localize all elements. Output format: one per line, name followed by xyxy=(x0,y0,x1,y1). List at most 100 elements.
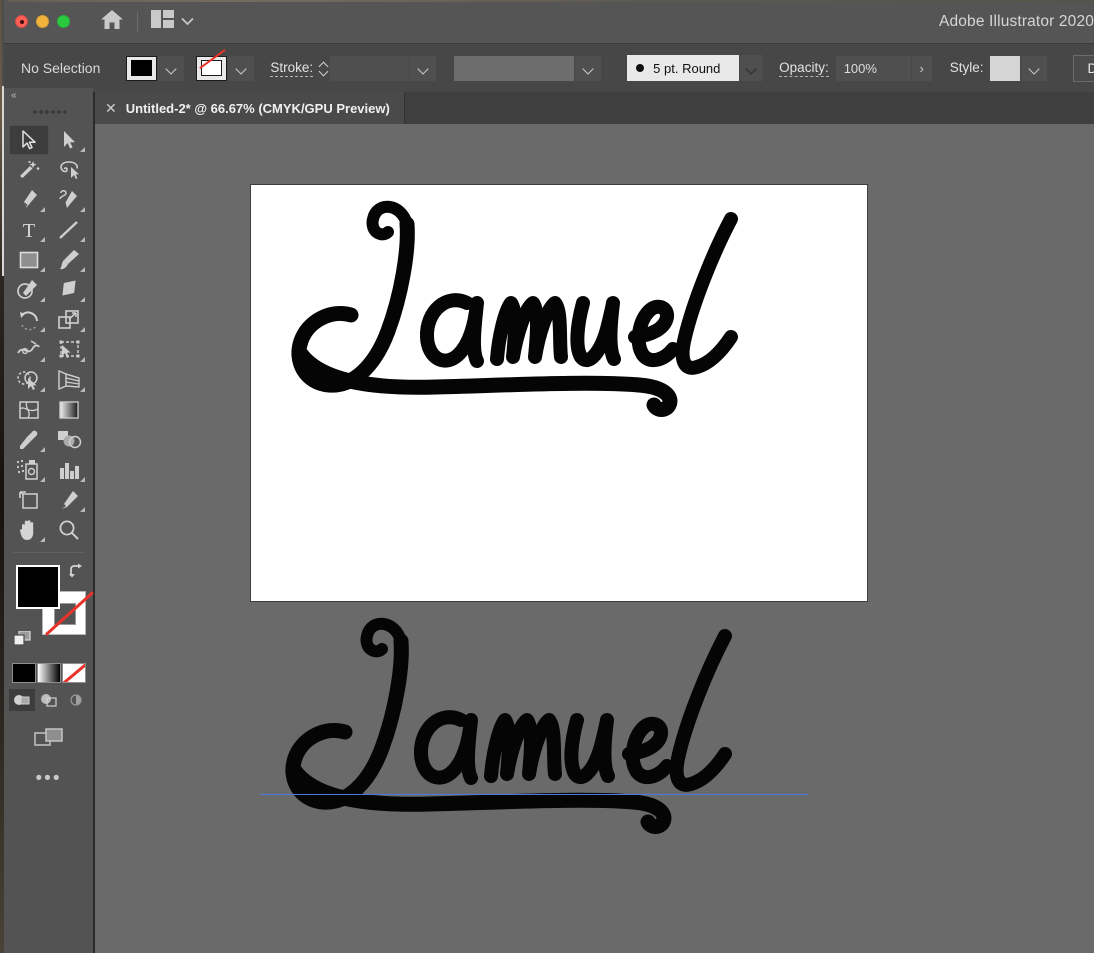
brush-definition-control[interactable]: 5 pt. Round xyxy=(627,55,764,81)
maximize-window-button[interactable] xyxy=(57,15,70,28)
perspective-grid-tool[interactable] xyxy=(49,365,89,395)
stroke-weight-input[interactable] xyxy=(330,55,410,81)
symbol-sprayer-tool[interactable] xyxy=(9,455,49,485)
opacity-input[interactable]: 100% xyxy=(835,55,911,81)
graphic-style-dropdown[interactable] xyxy=(1021,55,1048,81)
stroke-weight-dropdown[interactable] xyxy=(410,55,437,81)
width-profile-control[interactable] xyxy=(454,55,602,81)
free-transform-tool[interactable] xyxy=(49,335,89,365)
stroke-color-control[interactable] xyxy=(196,55,255,81)
home-button[interactable] xyxy=(100,9,124,35)
control-bar: No Selection Stroke: 5 pt. Round Opacity… xyxy=(4,43,1094,92)
brush-definition-label: 5 pt. Round xyxy=(653,60,721,76)
mesh-tool[interactable] xyxy=(9,395,49,425)
chevron-down-icon xyxy=(320,70,328,75)
shape-builder-tool[interactable] xyxy=(9,365,49,395)
fill-color-dropdown[interactable] xyxy=(158,55,185,81)
change-screen-mode-icon[interactable] xyxy=(4,727,93,749)
width-profile-dropdown[interactable] xyxy=(575,55,602,81)
tools-panel-grip[interactable] xyxy=(4,104,93,120)
blend-tool[interactable] xyxy=(49,425,89,455)
magic-wand-tool[interactable] xyxy=(9,155,49,185)
eraser-tool[interactable] xyxy=(49,275,89,305)
brush-definition-preview[interactable]: 5 pt. Round xyxy=(627,55,740,81)
title-bar: Adobe Illustrator 2020 xyxy=(4,0,1094,43)
stroke-weight-label[interactable]: Stroke: xyxy=(270,60,314,77)
drawing-mode-row xyxy=(4,689,93,711)
rotate-tool[interactable] xyxy=(9,305,49,335)
tool-flyout-indicator xyxy=(39,447,45,452)
column-graph-tool[interactable] xyxy=(49,455,89,485)
draw-inside-mode[interactable] xyxy=(63,689,89,711)
canvas-area[interactable] xyxy=(95,124,1094,953)
lasso-tool[interactable] xyxy=(49,155,89,185)
line-segment-tool[interactable] xyxy=(49,215,89,245)
close-window-button[interactable] xyxy=(15,15,28,28)
minimize-window-button[interactable] xyxy=(36,15,49,28)
curvature-tool[interactable] xyxy=(49,185,89,215)
direct-selection-tool[interactable] xyxy=(49,125,89,155)
zoom-tool[interactable] xyxy=(49,515,89,545)
graphic-style-swatch[interactable] xyxy=(990,55,1021,81)
document-setup-button[interactable]: Document Setup xyxy=(1073,54,1094,82)
paintbrush-tool[interactable] xyxy=(49,245,89,275)
tool-flyout-indicator xyxy=(79,237,85,242)
title-bar-divider xyxy=(137,11,138,32)
gradient-mode-button[interactable] xyxy=(36,663,61,683)
tool-flyout-indicator xyxy=(79,267,85,272)
color-mode-button[interactable] xyxy=(11,663,36,683)
scale-tool[interactable] xyxy=(49,305,89,335)
title-bar-highlight xyxy=(8,0,1094,2)
default-fill-stroke-icon[interactable] xyxy=(13,630,32,647)
selection-tool[interactable] xyxy=(8,125,49,155)
opacity-flyout-button[interactable]: › xyxy=(911,55,932,81)
fill-color-swatch[interactable] xyxy=(126,55,158,81)
tool-grid: T xyxy=(4,125,93,545)
guide-line[interactable] xyxy=(260,794,808,795)
pen-tool[interactable] xyxy=(9,185,49,215)
close-icon[interactable]: ✕ xyxy=(105,101,117,115)
hand-tool[interactable] xyxy=(9,515,49,545)
tool-flyout-indicator xyxy=(79,327,85,332)
document-tab-title: Untitled-2* @ 66.67% (CMYK/GPU Preview) xyxy=(125,100,390,116)
fill-color-control[interactable] xyxy=(126,55,185,81)
draw-normal-mode[interactable] xyxy=(8,689,35,711)
arrange-documents-button[interactable] xyxy=(151,10,194,33)
opacity-control[interactable]: 100% › xyxy=(835,55,932,81)
tool-flyout-indicator xyxy=(79,477,85,482)
graphic-style-control[interactable] xyxy=(990,55,1048,81)
more-tools-button[interactable]: ••• xyxy=(4,769,93,787)
lettering-artwork-on-artboard[interactable] xyxy=(261,191,861,456)
chevron-down-icon xyxy=(237,64,246,73)
draw-behind-mode[interactable] xyxy=(36,689,62,711)
gradient-tool[interactable] xyxy=(49,395,89,425)
svg-text:T: T xyxy=(22,220,34,240)
brush-definition-dropdown[interactable] xyxy=(740,55,764,81)
stroke-weight-control[interactable] xyxy=(330,55,437,81)
chevron-down-icon xyxy=(1030,64,1039,73)
stroke-color-dropdown[interactable] xyxy=(228,55,255,81)
stroke-weight-stepper[interactable] xyxy=(320,55,328,81)
color-mode-row xyxy=(4,663,93,683)
document-tab[interactable]: ✕ Untitled-2* @ 66.67% (CMYK/GPU Preview… xyxy=(95,92,405,124)
stroke-color-swatch[interactable] xyxy=(196,55,228,81)
rectangle-tool[interactable] xyxy=(9,245,49,275)
opacity-label[interactable]: Opacity: xyxy=(779,60,829,77)
type-tool[interactable]: T xyxy=(9,215,49,245)
artboard[interactable] xyxy=(250,184,868,602)
shaper-tool[interactable] xyxy=(9,275,49,305)
swap-fill-stroke-icon[interactable] xyxy=(68,563,85,580)
width-profile-preview[interactable] xyxy=(454,55,575,81)
tool-flyout-indicator xyxy=(39,297,45,302)
tool-flyout-indicator xyxy=(39,237,45,242)
fill-color-indicator[interactable] xyxy=(16,565,60,609)
slice-tool[interactable] xyxy=(49,485,89,515)
eyedropper-tool[interactable] xyxy=(9,425,49,455)
tool-flyout-indicator xyxy=(79,297,85,302)
lettering-artwork-below-artboard[interactable] xyxy=(255,608,855,873)
tool-flyout-indicator xyxy=(39,477,45,482)
collapse-panel-button[interactable]: « xyxy=(4,88,93,103)
none-mode-button[interactable] xyxy=(61,663,86,683)
artboard-tool[interactable] xyxy=(9,485,49,515)
width-tool[interactable] xyxy=(9,335,49,365)
